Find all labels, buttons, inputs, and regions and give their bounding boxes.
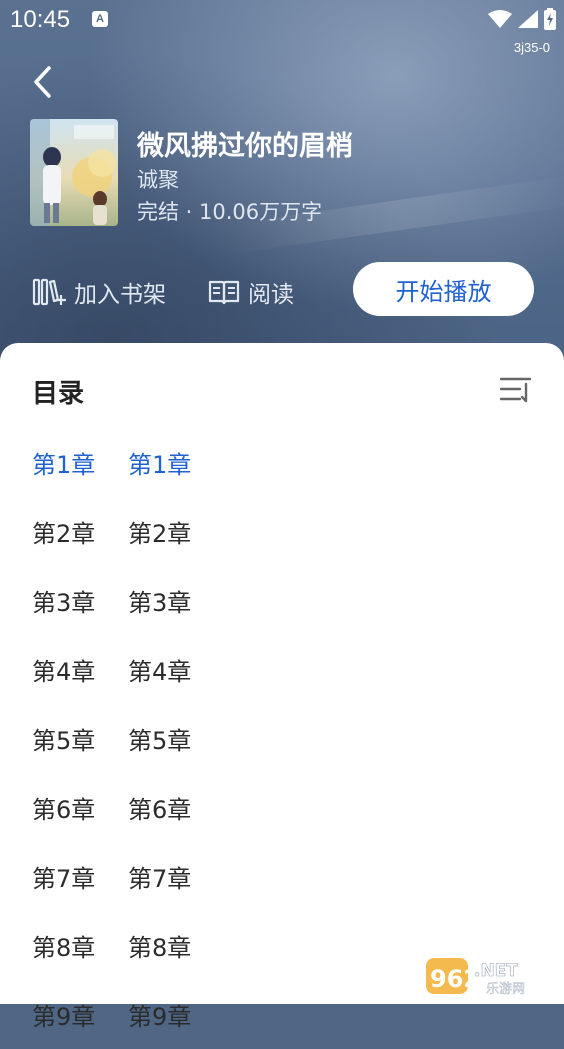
system-icons <box>488 8 556 30</box>
read-label: 阅读 <box>248 282 294 308</box>
build-tag: 3j35-0 <box>513 40 550 55</box>
add-to-shelf-button[interactable]: 加入书架 <box>32 272 166 312</box>
watermark-logo-image: 962 .NET 乐游网 <box>426 958 525 997</box>
chapter-number: 第2章 <box>32 520 96 548</box>
chapter-item-7[interactable]: 第7章 第7章 <box>32 842 532 911</box>
chapter-number: 第8章 <box>32 934 96 962</box>
start-play-button[interactable]: 开始播放 <box>353 262 534 316</box>
chapter-number: 第4章 <box>32 658 96 686</box>
svg-text:.NET: .NET <box>474 961 518 981</box>
chapter-name: 第1章 <box>128 451 192 479</box>
chapter-item-2[interactable]: 第2章 第2章 <box>32 497 532 566</box>
chapter-number: 第9章 <box>32 1003 96 1031</box>
status-time: 10:45 <box>10 6 71 33</box>
sort-icon <box>499 377 532 403</box>
book-cover[interactable] <box>30 119 118 226</box>
catalog-panel: 目录 第1章 第1章 第2章 第2章 第3章 第3章 第4章 第4章 第5章 第… <box>0 343 564 1031</box>
chapter-name: 第4章 <box>128 658 192 686</box>
add-to-shelf-label: 加入书架 <box>74 282 166 308</box>
catalog-title: 目录 <box>32 379 85 409</box>
chapter-name: 第8章 <box>128 934 192 962</box>
book-title: 微风拂过你的眉梢 <box>137 131 353 162</box>
chapter-number: 第3章 <box>32 589 96 617</box>
svg-text:962: 962 <box>430 965 480 993</box>
chapter-item-6[interactable]: 第6章 第6章 <box>32 773 532 842</box>
chapter-number: 第6章 <box>32 796 96 824</box>
wifi-icon <box>488 10 512 28</box>
signal-icon <box>518 10 538 28</box>
chapter-number: 第1章 <box>32 451 96 479</box>
open-book-icon <box>208 280 240 305</box>
sort-button[interactable] <box>499 373 532 405</box>
chapter-item-4[interactable]: 第4章 第4章 <box>32 635 532 704</box>
read-button[interactable]: 阅读 <box>208 272 294 312</box>
chapter-name: 第5章 <box>128 727 192 755</box>
chapter-name: 第2章 <box>128 520 192 548</box>
site-watermark-logo: 962 .NET 乐游网 <box>426 954 556 997</box>
battery-icon <box>544 8 556 30</box>
chapter-item-5[interactable]: 第5章 第5章 <box>32 704 532 773</box>
chapter-name: 第9章 <box>128 1003 192 1031</box>
chapter-item-3[interactable]: 第3章 第3章 <box>32 566 532 635</box>
book-author[interactable]: 诚聚 <box>137 164 179 194</box>
chapter-item-1[interactable]: 第1章 第1章 <box>32 428 532 497</box>
chapter-number: 第5章 <box>32 727 96 755</box>
book-meta: 完结 · 10.06万万字 <box>137 200 323 224</box>
status-bar: 10:45 A <box>0 0 564 40</box>
book-cover-image <box>30 119 118 226</box>
chapter-name: 第6章 <box>128 796 192 824</box>
chapter-name: 第3章 <box>128 589 192 617</box>
notification-app-icon: A <box>92 11 108 27</box>
chevron-left-icon <box>34 66 51 98</box>
chapter-name: 第7章 <box>128 865 192 893</box>
bookshelf-add-icon <box>32 278 66 306</box>
back-button[interactable] <box>26 62 62 102</box>
chapter-number: 第7章 <box>32 865 96 893</box>
svg-text:乐游网: 乐游网 <box>486 982 525 996</box>
